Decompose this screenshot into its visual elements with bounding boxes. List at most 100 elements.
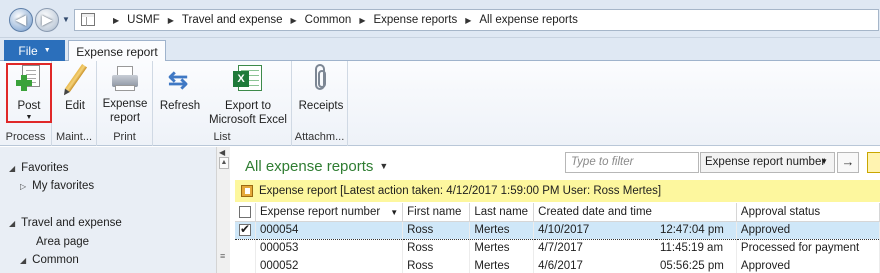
column-header-label: Expense report number bbox=[260, 205, 381, 218]
collapsed-triangle-icon: ▷ bbox=[20, 182, 27, 191]
column-header bbox=[655, 203, 737, 222]
table-header: Expense report number ▼ First name Last n… bbox=[235, 203, 880, 222]
export-excel-button[interactable]: X Export to Microsoft Excel bbox=[205, 63, 291, 127]
forward-button[interactable]: ▶ bbox=[35, 8, 59, 32]
expanded-triangle-icon: ◢ bbox=[9, 219, 16, 228]
history-dropdown-icon[interactable]: ▼ bbox=[62, 15, 70, 24]
nav-scrollbar[interactable]: ▲ ≡ bbox=[216, 147, 230, 273]
table-cell: 05:56:25 pm bbox=[655, 257, 737, 273]
chevron-right-icon: ▶ bbox=[113, 15, 120, 25]
nav-common[interactable]: ◢ Common bbox=[20, 254, 79, 266]
nav-travel-expense-label: Travel and expense bbox=[21, 217, 122, 229]
expanded-triangle-icon: ◢ bbox=[20, 256, 27, 265]
refresh-button[interactable]: ⇆ Refresh bbox=[159, 63, 201, 113]
table-row[interactable]: 000053 Ross Mertes 4/7/2017 11:45:19 am … bbox=[235, 239, 880, 257]
table-cell: 000053 bbox=[255, 239, 404, 257]
breadcrumb: ▶ USMF ▶ Travel and expense ▶ Common ▶ E… bbox=[105, 14, 578, 26]
info-text: Expense report [Latest action taken: 4/1… bbox=[259, 185, 662, 197]
breadcrumb-item[interactable]: Expense reports bbox=[373, 14, 457, 26]
checkbox[interactable] bbox=[239, 222, 251, 236]
back-arrow-icon: ◀ bbox=[16, 12, 26, 27]
column-header[interactable]: Approval status bbox=[736, 203, 880, 222]
refresh-label: Refresh bbox=[159, 100, 201, 112]
back-button[interactable]: ◀ bbox=[9, 8, 33, 32]
column-header[interactable]: Created date and time bbox=[533, 203, 656, 222]
chevron-down-icon: ▼ bbox=[820, 157, 828, 166]
column-header[interactable]: First name bbox=[402, 203, 471, 222]
file-tab-label: File bbox=[18, 43, 38, 58]
ribbon-group-label: Maint... bbox=[55, 131, 93, 143]
folder-button[interactable] bbox=[867, 152, 880, 173]
file-tab[interactable]: File ▼ bbox=[4, 40, 65, 61]
address-box[interactable]: ▶ USMF ▶ Travel and expense ▶ Common ▶ E… bbox=[74, 9, 879, 31]
table-cell: Ross bbox=[402, 257, 471, 273]
ribbon-group-attachments: Receipts Attachm... bbox=[292, 61, 348, 146]
scroll-up-icon[interactable]: ▲ bbox=[219, 157, 229, 169]
table-cell: Ross bbox=[402, 220, 471, 240]
ribbon-group-label: Process bbox=[5, 131, 46, 143]
edit-label: Edit bbox=[65, 100, 85, 112]
apply-filter-button[interactable]: → bbox=[837, 152, 859, 173]
table-cell: 4/10/2017 bbox=[533, 220, 656, 240]
printer-icon bbox=[109, 63, 141, 95]
nav-my-favorites[interactable]: ▷ My favorites bbox=[20, 180, 94, 192]
column-header[interactable]: Expense report number ▼ bbox=[255, 203, 404, 222]
table-cell: Processed for payment bbox=[736, 239, 880, 257]
info-bar: Expense report [Latest action taken: 4/1… bbox=[235, 180, 880, 202]
table-cell: Mertes bbox=[469, 220, 535, 240]
nav-favorites[interactable]: ◢ Favorites bbox=[9, 162, 68, 174]
window-icon bbox=[81, 13, 95, 26]
chevron-right-icon: ▶ bbox=[359, 15, 366, 25]
table-cell: Approved bbox=[736, 220, 880, 240]
collapse-pane-icon[interactable]: ◀ bbox=[219, 148, 225, 157]
ribbon-tabs: File ▼ Expense report bbox=[0, 38, 880, 62]
page-title[interactable]: All expense reports ▼ bbox=[245, 158, 388, 175]
edit-button[interactable]: Edit bbox=[56, 63, 94, 113]
row-select-cell[interactable] bbox=[235, 257, 256, 273]
expense-report-print-button[interactable]: Expense report bbox=[100, 63, 150, 125]
filter-input[interactable]: Type to filter bbox=[565, 152, 699, 173]
nav-favorites-label: Favorites bbox=[21, 162, 69, 174]
export-excel-label: Export to Microsoft Excel bbox=[209, 100, 287, 126]
table-cell: 12:47:04 pm bbox=[655, 220, 737, 240]
column-header[interactable]: Last name bbox=[469, 203, 535, 222]
checkbox[interactable] bbox=[239, 205, 251, 218]
ribbon-group-list: ⇆ Refresh X Export to Microsoft Excel Li… bbox=[153, 61, 292, 146]
ribbon-group-print: Expense report Print bbox=[97, 61, 153, 146]
expense-report-grid: Expense report number ▼ First name Last n… bbox=[235, 203, 880, 273]
table-cell: Mertes bbox=[469, 257, 535, 273]
breadcrumb-item[interactable]: USMF bbox=[127, 14, 160, 26]
post-icon bbox=[13, 63, 45, 95]
folder-icon bbox=[241, 185, 253, 197]
breadcrumb-item[interactable]: Travel and expense bbox=[182, 14, 283, 26]
chevron-right-icon: ▶ bbox=[167, 15, 174, 25]
expense-report-print-label: Expense report bbox=[102, 98, 148, 124]
select-all-cell[interactable] bbox=[235, 203, 256, 222]
nav-travel-expense[interactable]: ◢ Travel and expense bbox=[9, 217, 122, 229]
tab-expense-report[interactable]: Expense report bbox=[68, 40, 166, 62]
table-row[interactable]: 000054 Ross Mertes 4/10/2017 12:47:04 pm… bbox=[235, 220, 880, 240]
nav-my-favorites-label: My favorites bbox=[32, 180, 95, 192]
breadcrumb-item[interactable]: All expense reports bbox=[479, 14, 577, 26]
ribbon-group-label: Print bbox=[113, 131, 136, 143]
scroll-grip-icon[interactable]: ≡ bbox=[220, 251, 228, 261]
row-select-cell[interactable] bbox=[235, 220, 256, 240]
ribbon-group-maintain: Edit Maint... bbox=[52, 61, 97, 146]
chevron-down-icon: ▼ bbox=[43, 47, 51, 54]
nav-common-label: Common bbox=[32, 254, 79, 266]
arrow-right-icon: → bbox=[841, 154, 855, 169]
post-button[interactable]: Post ▼ bbox=[9, 63, 49, 123]
table-cell: Mertes bbox=[469, 239, 535, 257]
filter-field-select[interactable]: Expense report number ▼ bbox=[700, 152, 835, 173]
row-select-cell[interactable] bbox=[235, 239, 256, 257]
post-label: Post bbox=[17, 100, 41, 112]
receipts-button[interactable]: Receipts bbox=[296, 63, 346, 113]
ribbon-group-label: Attachm... bbox=[294, 131, 345, 143]
breadcrumb-item[interactable]: Common bbox=[305, 14, 352, 26]
excel-icon: X bbox=[232, 63, 264, 95]
list-page: All expense reports ▼ Type to filter Expe… bbox=[231, 147, 880, 273]
chevron-right-icon: ▶ bbox=[290, 15, 297, 25]
nav-area-page[interactable]: Area page bbox=[36, 236, 89, 248]
chevron-down-icon: ▼ bbox=[25, 114, 33, 121]
table-row[interactable]: 000052 Ross Mertes 4/6/2017 05:56:25 pm … bbox=[235, 257, 880, 273]
